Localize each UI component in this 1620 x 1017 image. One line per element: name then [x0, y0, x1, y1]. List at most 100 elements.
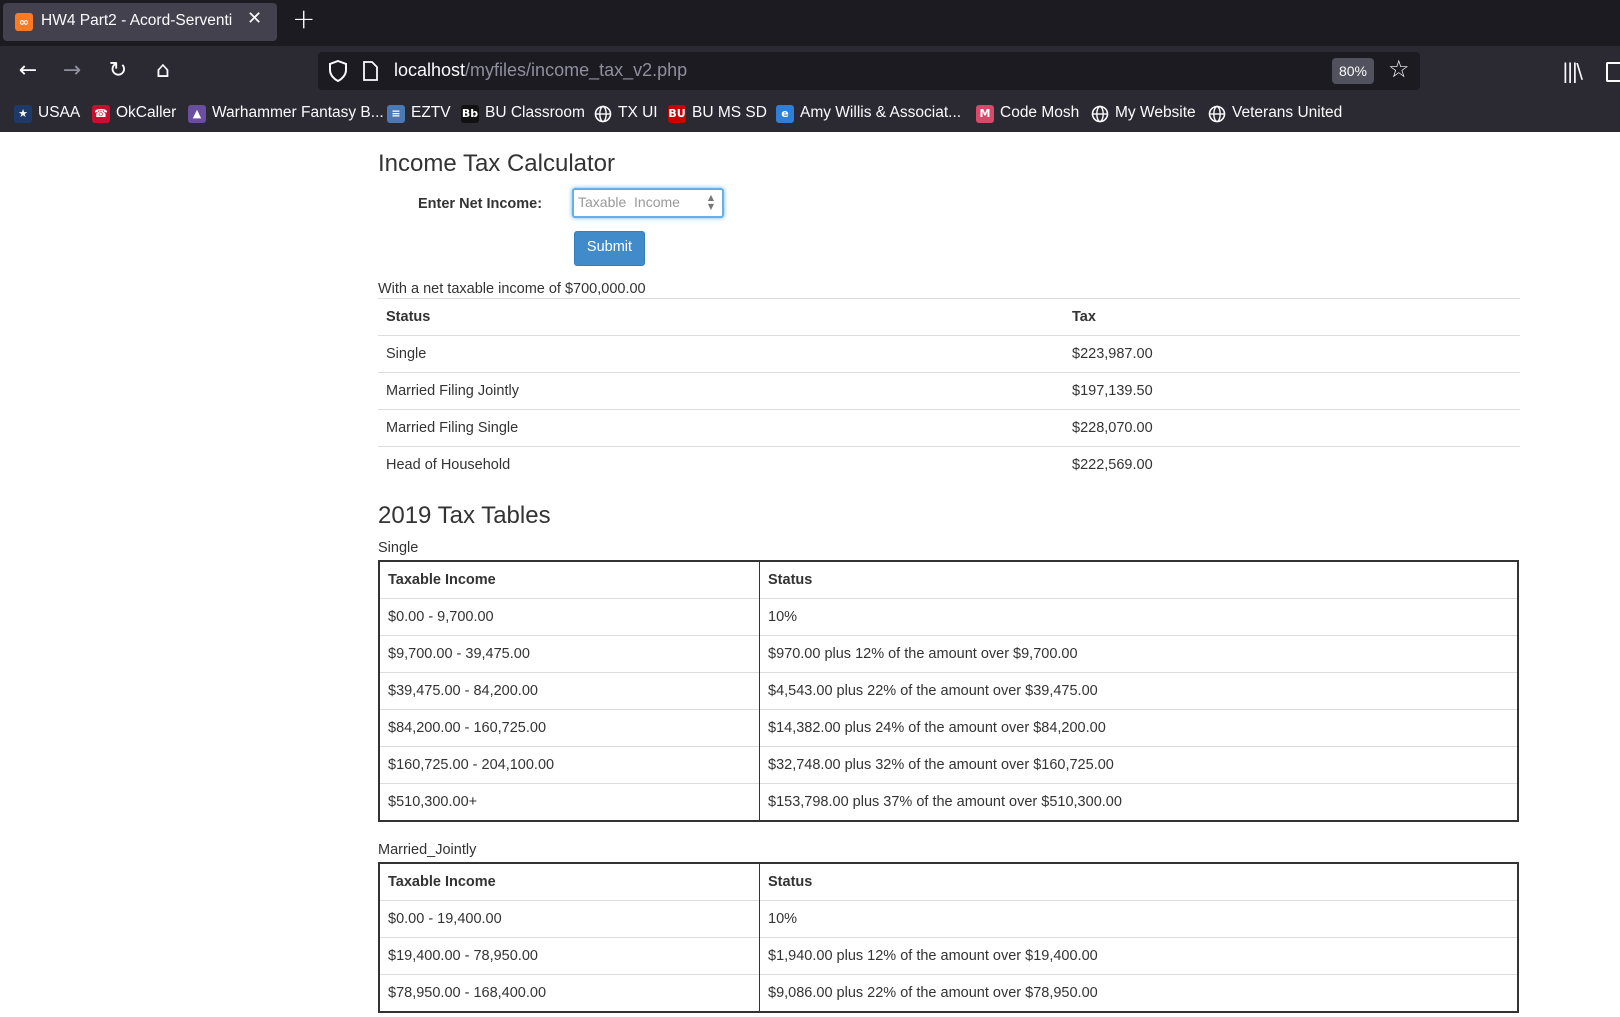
page-title: Income Tax Calculator [378, 150, 615, 177]
status-cell: Married Filing Single [378, 409, 1064, 447]
tab-active[interactable]: ∞ HW4 Part2 - Acord-Serventi ✕ [3, 3, 277, 41]
bookmark-star-icon[interactable]: ☆ [1388, 55, 1410, 83]
rate-cell: $1,940.00 plus 12% of the amount over $1… [759, 937, 1518, 975]
column-header-taxable-income: Taxable Income [379, 561, 760, 599]
spinner-icon[interactable]: ▲ ▼ [704, 193, 718, 211]
column-header-taxable-income: Taxable Income [379, 863, 760, 901]
net-income-field[interactable]: ▲▼ [572, 188, 724, 218]
rate-cell: 10% [759, 598, 1518, 636]
bookmark-label: Warhammer Fantasy B... [212, 104, 384, 121]
income-range-cell: $0.00 - 19,400.00 [379, 900, 760, 938]
zoom-level-button[interactable]: 80% [1332, 58, 1374, 84]
bookmark-label: EZTV [411, 104, 451, 121]
table-row: Married Filing Single $228,070.00 [378, 409, 1520, 447]
net-income-input[interactable] [578, 193, 696, 211]
rate-cell: $14,382.00 plus 24% of the amount over $… [759, 709, 1518, 747]
page-icon[interactable] [362, 61, 378, 81]
usaa-icon: ★ [14, 105, 32, 123]
tab-strip: ∞ HW4 Part2 - Acord-Serventi ✕ + [0, 0, 1620, 46]
bookmarks-toolbar: ★ USAA ☎ OkCaller ▲ Warhammer Fantasy B... ≡ EZ… [0, 96, 1620, 132]
rate-cell: $9,086.00 plus 22% of the amount over $7… [759, 974, 1518, 1012]
income-range-cell: $160,725.00 - 204,100.00 [379, 746, 760, 784]
blackboard-icon: Bb [461, 105, 479, 123]
bookmark-label: My Website [1115, 104, 1196, 121]
bookmark-label: BU Classroom [485, 104, 585, 121]
married-jointly-table-caption: Married_Jointly [378, 842, 477, 858]
bookmark-label: BU MS SD [692, 104, 767, 121]
back-arrow-icon[interactable]: ← [13, 56, 43, 86]
column-header-status: Status [378, 298, 1064, 336]
income-range-cell: $510,300.00+ [379, 783, 760, 821]
tax-cell: $222,569.00 [1064, 446, 1520, 483]
table-header-row: Taxable Income Status [379, 863, 1518, 901]
table-row: $84,200.00 - 160,725.00 $14,382.00 plus 2… [379, 709, 1518, 747]
bookmark-label: USAA [38, 104, 81, 121]
income-range-cell: $0.00 - 9,700.00 [379, 598, 760, 636]
new-tab-icon[interactable]: + [292, 2, 315, 35]
url-text[interactable]: localhost/myfiles/income_tax_v2.php [394, 60, 687, 81]
single-tax-table: Taxable Income Status $0.00 - 9,700.00 10… [378, 560, 1519, 822]
globe-icon [1208, 105, 1226, 123]
table-row: Single $223,987.00 [378, 335, 1520, 373]
status-cell: Married Filing Jointly [378, 372, 1064, 410]
close-icon[interactable]: ✕ [247, 8, 262, 29]
result-caption: With a net taxable income of $700,000.00 [378, 281, 646, 297]
table-header-row: Status Tax [378, 298, 1520, 336]
table-row: $0.00 - 9,700.00 10% [379, 598, 1518, 636]
library-icon[interactable]: |||\ [1562, 59, 1583, 83]
income-range-cell: $84,200.00 - 160,725.00 [379, 709, 760, 747]
net-income-label: Enter Net Income: [418, 196, 543, 212]
status-cell: Head of Household [378, 446, 1064, 483]
bu-icon: BU [668, 105, 686, 123]
single-table-caption: Single [378, 540, 419, 556]
column-header-tax: Tax [1064, 298, 1520, 336]
married-jointly-tax-table: Taxable Income Status $0.00 - 19,400.00 1… [378, 862, 1519, 1013]
codemosh-icon: M [976, 105, 994, 123]
bookmark-label: Veterans United [1232, 104, 1343, 121]
status-cell: Single [378, 335, 1064, 373]
address-bar[interactable]: localhost/myfiles/income_tax_v2.php 80% … [318, 52, 1420, 90]
table-row: $78,950.00 - 168,400.00 $9,086.00 plus 22… [379, 974, 1518, 1012]
reload-icon[interactable]: ↻ [103, 56, 133, 86]
rate-cell: 10% [759, 900, 1518, 938]
bookmark-label: Code Mosh [1000, 104, 1080, 121]
url-path: /myfiles/income_tax_v2.php [465, 60, 688, 80]
table-row: $0.00 - 19,400.00 10% [379, 900, 1518, 938]
table-row: Head of Household $222,569.00 [378, 446, 1520, 483]
rate-cell: $4,543.00 plus 22% of the amount over $3… [759, 672, 1518, 710]
table-row: $19,400.00 - 78,950.00 $1,940.00 plus 12%… [379, 937, 1518, 975]
bookmark-label: Amy Willis & Associat... [800, 104, 962, 121]
tax-cell: $223,987.00 [1064, 335, 1520, 373]
tax-cell: $197,139.50 [1064, 372, 1520, 410]
rate-cell: $153,798.00 plus 37% of the amount over … [759, 783, 1518, 821]
tax-tables-title: 2019 Tax Tables [378, 502, 551, 529]
income-range-cell: $39,475.00 - 84,200.00 [379, 672, 760, 710]
sidebar-icon[interactable] [1606, 62, 1620, 82]
result-table: Status Tax Single $223,987.00 Married Fil… [378, 298, 1520, 483]
warhammer-icon: ▲ [188, 105, 206, 123]
income-range-cell: $19,400.00 - 78,950.00 [379, 937, 760, 975]
forward-arrow-icon[interactable]: → [57, 56, 87, 86]
submit-button[interactable]: Submit [574, 231, 645, 266]
table-header-row: Taxable Income Status [379, 561, 1518, 599]
home-icon[interactable]: ⌂ [148, 56, 178, 86]
table-row: $9,700.00 - 39,475.00 $970.00 plus 12% of… [379, 635, 1518, 673]
url-host: localhost [394, 60, 466, 80]
income-range-cell: $9,700.00 - 39,475.00 [379, 635, 760, 673]
table-row: $510,300.00+ $153,798.00 plus 37% of the … [379, 783, 1518, 821]
eztv-icon: ≡ [387, 105, 405, 123]
column-header-status: Status [768, 874, 813, 890]
xampp-icon: ∞ [15, 13, 33, 31]
rate-cell: $970.00 plus 12% of the amount over $9,7… [759, 635, 1518, 673]
globe-icon [594, 105, 612, 123]
edge-icon: e [776, 105, 794, 123]
okcaller-icon: ☎ [92, 105, 110, 123]
tab-title: HW4 Part2 - Acord-Serventi [41, 12, 233, 29]
bookmark-label: TX UI [618, 104, 658, 121]
table-row: Married Filing Jointly $197,139.50 [378, 372, 1520, 410]
navigation-toolbar: ← → ↻ ⌂ localhost/myfiles/income_tax_v2.… [0, 46, 1620, 96]
tax-cell: $228,070.00 [1064, 409, 1520, 447]
table-row: $160,725.00 - 204,100.00 $32,748.00 plus … [379, 746, 1518, 784]
column-header-status: Status [768, 572, 813, 588]
shield-icon[interactable] [328, 60, 348, 82]
